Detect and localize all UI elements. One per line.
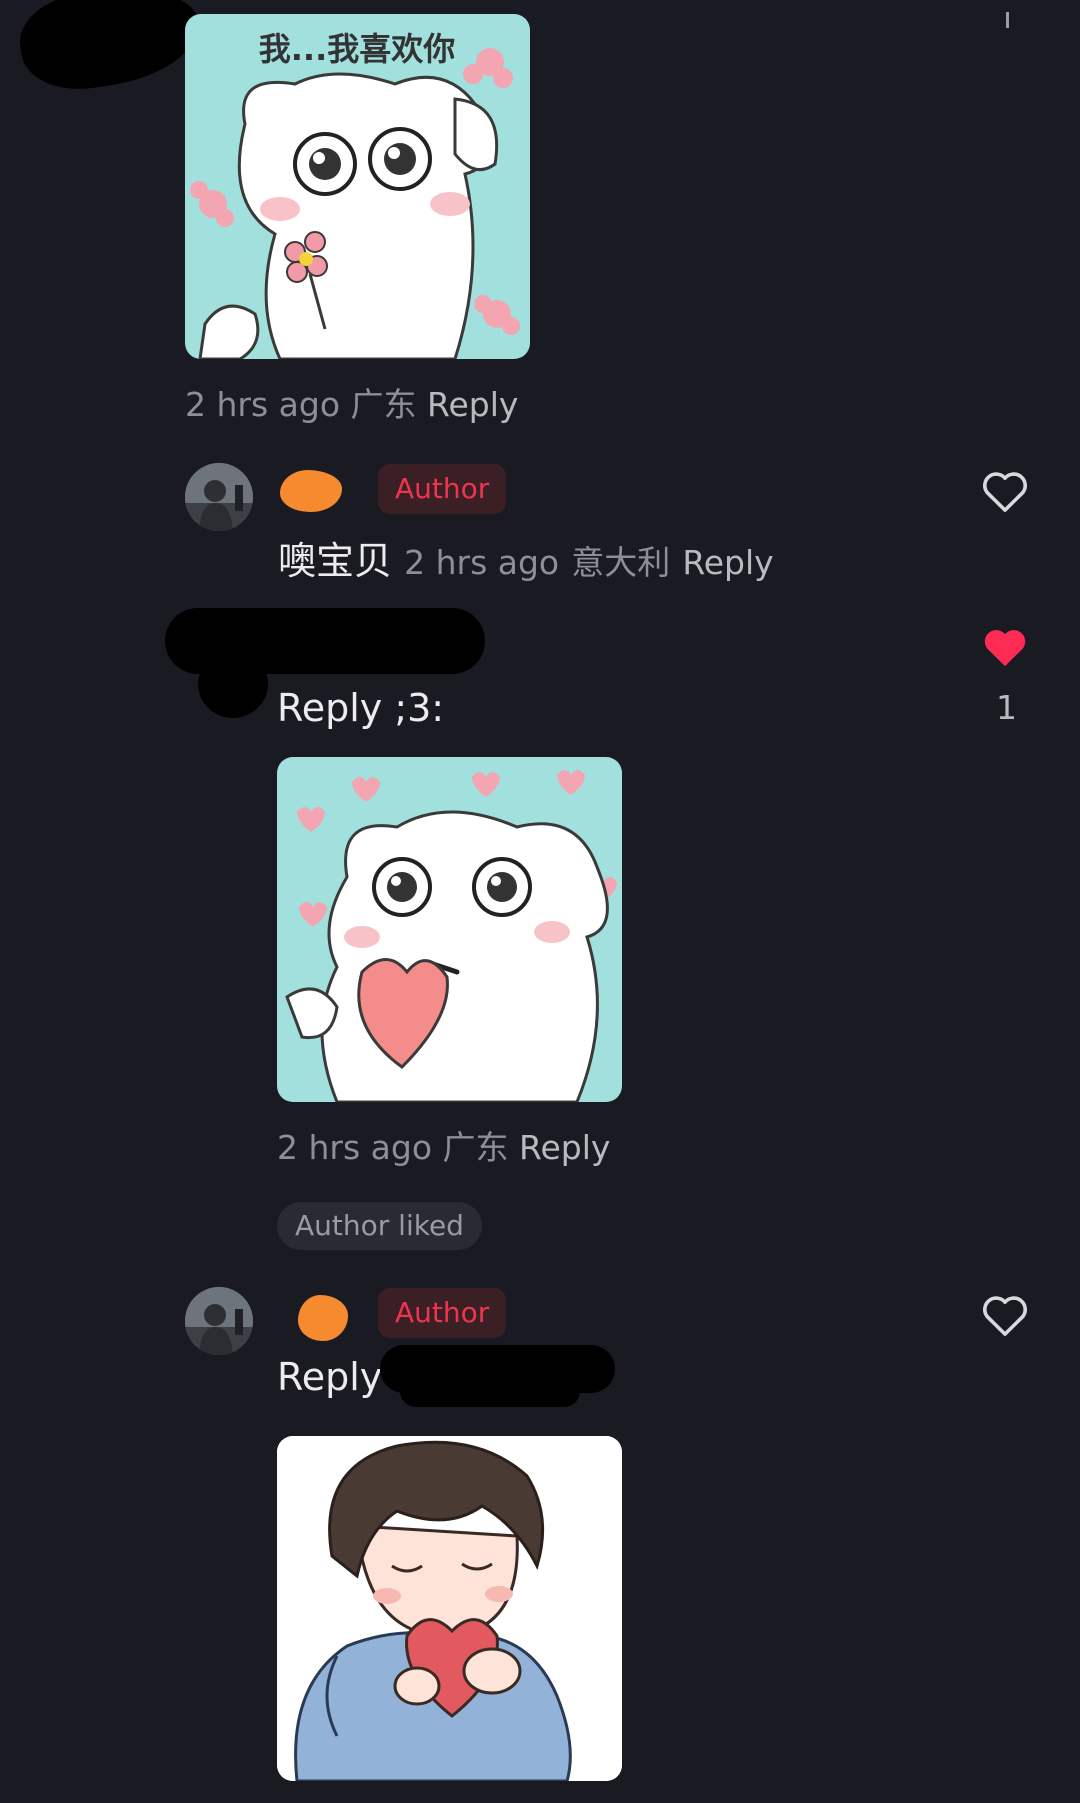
sticker-dog-flower[interactable]: 我...我喜欢你 — [185, 14, 530, 359]
comment-location: 意大利 — [571, 543, 671, 582]
heart-outline-icon[interactable] — [978, 464, 1032, 518]
comment-text: 噢宝贝 — [278, 539, 393, 583]
avatar[interactable] — [185, 1287, 253, 1355]
heart-filled-icon[interactable] — [978, 620, 1032, 674]
comment-meta: 2 hrs ago 广东 Reply — [277, 1121, 610, 1169]
avatar[interactable] — [185, 463, 253, 531]
scroll-indicator — [1006, 12, 1009, 28]
author-badge: Author — [378, 464, 507, 514]
like-count: 1 — [996, 688, 1017, 727]
reply-link[interactable]: Reply — [682, 543, 773, 582]
comment-text: Reply — [277, 1355, 383, 1399]
sticker-boy-heart[interactable] — [277, 1436, 622, 1781]
reply-link[interactable]: Reply — [427, 385, 518, 424]
comment-meta: 2 hrs ago 广东 Reply — [185, 378, 518, 426]
redacted-username — [280, 470, 342, 512]
comment-time: 2 hrs ago — [277, 1128, 433, 1167]
redacted-region — [198, 650, 268, 718]
comment-body: 噢宝贝 2 hrs ago 意大利 Reply — [278, 530, 774, 585]
redacted-username — [298, 1295, 348, 1341]
redacted-region — [14, 0, 206, 98]
comment-time: 2 hrs ago — [404, 543, 560, 582]
heart-outline-icon[interactable] — [978, 1288, 1032, 1342]
reply-link[interactable]: Reply — [519, 1128, 610, 1167]
comment-text: Reply ;3: — [277, 686, 445, 730]
sticker-dog-heart[interactable] — [277, 757, 622, 1102]
comment-time: 2 hrs ago — [185, 385, 341, 424]
sticker-caption: 我...我喜欢你 — [259, 30, 455, 68]
comment-location: 广东 — [442, 1128, 509, 1167]
author-liked-chip: Author liked — [277, 1202, 482, 1250]
comment-location: 广东 — [350, 385, 417, 424]
author-badge: Author — [378, 1288, 507, 1338]
redacted-region — [400, 1375, 580, 1407]
